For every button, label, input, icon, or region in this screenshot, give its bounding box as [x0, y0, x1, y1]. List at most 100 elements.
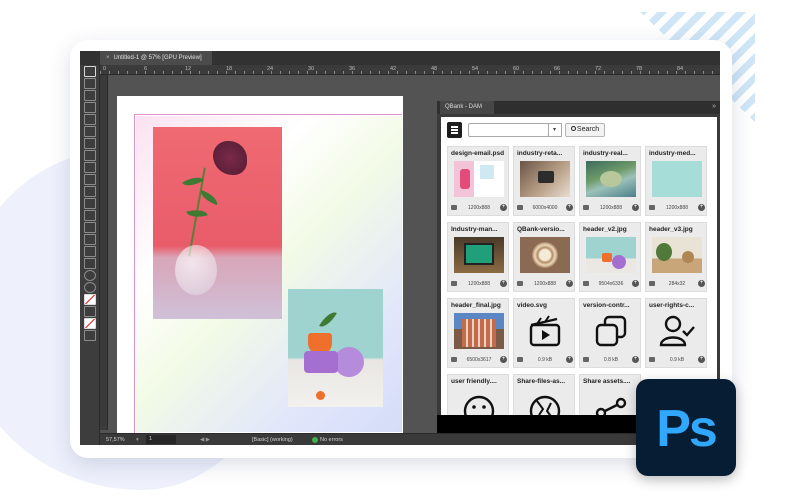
add-asset-icon[interactable]: +	[500, 204, 507, 211]
asset-meta: 6000x4000 +	[517, 204, 573, 212]
formatting-affects-icon[interactable]	[83, 306, 96, 317]
pencil-tool-icon[interactable]	[83, 162, 96, 173]
asset-card[interactable]: user-rights-c... 0.9 kB +	[645, 298, 707, 368]
ruler-mark: 72	[595, 66, 602, 72]
asset-name: QBank-versio...	[517, 226, 565, 233]
close-tab-icon[interactable]: ×	[106, 55, 110, 61]
ruler-mark: 54	[472, 66, 479, 72]
plant-pot-photo[interactable]	[288, 289, 383, 407]
page-tool-icon[interactable]	[83, 90, 96, 101]
add-asset-icon[interactable]: +	[698, 204, 705, 211]
asset-card[interactable]: user friendly....	[447, 374, 509, 415]
asset-card[interactable]: Industry-man... 1200x888 +	[447, 222, 509, 292]
asset-card[interactable]: header_final.jpg 6500x3617 +	[447, 298, 509, 368]
asset-meta: 1200x888 +	[451, 204, 507, 212]
asset-card[interactable]: header_v3.jpg 284x32 +	[645, 222, 707, 292]
asset-dimensions: 1200x888	[468, 205, 490, 211]
horizontal-ruler[interactable]: 0 6 12 18 24 30 36 42 48 54 60 66 72 78 …	[100, 65, 720, 75]
purple-ring	[334, 347, 364, 377]
selection-tool-icon[interactable]	[83, 66, 96, 77]
asset-card[interactable]: QBank-versio... 1200x888 +	[513, 222, 575, 292]
free-transform-tool-icon[interactable]	[83, 210, 96, 221]
asset-thumbnail	[586, 161, 636, 197]
asset-card[interactable]: industry-real... 1200x888 +	[579, 146, 641, 216]
asset-thumbnail	[586, 237, 636, 273]
asset-card[interactable]: video.svg 0.9 kB +	[513, 298, 575, 368]
asset-meta: 1200x888 +	[649, 204, 705, 212]
document-tab-bar: × Untitled-1 @ 57% [GPU Preview]	[80, 51, 720, 65]
screen-mode-icon[interactable]	[83, 330, 96, 341]
ruler-mark: 0	[103, 66, 107, 72]
gradient-swatch-tool-icon[interactable]	[83, 222, 96, 233]
collapse-panel-icon[interactable]: »	[712, 103, 716, 110]
search-filter-dropdown[interactable]: ▾	[548, 123, 562, 137]
asset-card[interactable]: Share assets....	[579, 374, 641, 415]
asset-card[interactable]: Share-files-as...	[513, 374, 575, 415]
zoom-dropdown-icon[interactable]: ▾	[136, 434, 139, 445]
document-tab[interactable]: × Untitled-1 @ 57% [GPU Preview]	[100, 51, 212, 65]
asset-name: design-email.psd	[451, 150, 505, 157]
preflight-profile[interactable]: [Basic] (working)	[252, 434, 293, 445]
asset-dimensions: 6500x3617	[466, 357, 492, 363]
asset-thumbnail	[520, 161, 570, 197]
add-asset-icon[interactable]: +	[500, 356, 507, 363]
scissors-tool-icon[interactable]	[83, 198, 96, 209]
flower-vase-photo[interactable]	[153, 127, 282, 319]
glass-vase	[175, 245, 217, 295]
add-asset-icon[interactable]: +	[566, 280, 573, 287]
asset-name: video.svg	[517, 302, 547, 309]
line-tool-icon[interactable]	[83, 138, 96, 149]
page-nav-icon[interactable]: ◀ ▶	[200, 434, 210, 445]
hand-tool-icon[interactable]	[83, 270, 96, 281]
artboard-page[interactable]	[117, 96, 403, 439]
asset-card[interactable]: version-contr... 0.8 kB +	[579, 298, 641, 368]
direct-selection-tool-icon[interactable]	[83, 78, 96, 89]
photoshop-logo: Ps	[636, 379, 736, 476]
type-tool-icon[interactable]	[83, 126, 96, 137]
add-asset-icon[interactable]: +	[698, 356, 705, 363]
search-button[interactable]: Search	[565, 123, 605, 137]
panel-tab[interactable]: QBank - DAM	[440, 101, 494, 114]
asset-dimensions: 0.9 kB	[537, 357, 553, 363]
zoom-level[interactable]: 57,57%	[106, 434, 125, 445]
rectangle-tool-icon[interactable]	[83, 186, 96, 197]
add-asset-icon[interactable]: +	[500, 280, 507, 287]
preflight-status[interactable]: No errors	[312, 434, 343, 445]
share-icon	[595, 397, 627, 415]
user-check-icon	[659, 315, 695, 347]
add-asset-icon[interactable]: +	[632, 356, 639, 363]
add-asset-icon[interactable]: +	[566, 204, 573, 211]
vertical-ruler[interactable]	[100, 75, 108, 430]
gradient-feather-tool-icon[interactable]	[83, 234, 96, 245]
asset-card[interactable]: header_v2.jpg 9504x6336 +	[579, 222, 641, 292]
asset-card[interactable]: industry-med... 1200x888 +	[645, 146, 707, 216]
asset-card[interactable]: design-email.psd 1200x888 +	[447, 146, 509, 216]
add-asset-icon[interactable]: +	[632, 204, 639, 211]
page-number-field[interactable]: 1	[146, 435, 176, 444]
asset-meta: 284x32 +	[649, 280, 705, 288]
content-collector-icon[interactable]	[83, 114, 96, 125]
add-asset-icon[interactable]: +	[632, 280, 639, 287]
search-input[interactable]	[468, 123, 549, 137]
eyedropper-tool-icon[interactable]	[83, 258, 96, 269]
apply-none-icon[interactable]	[83, 318, 96, 329]
ruler-ticks	[100, 71, 720, 74]
asset-card[interactable]: industry-reta... 6000x4000 +	[513, 146, 575, 216]
rectangle-frame-tool-icon[interactable]	[83, 174, 96, 185]
asset-name: user friendly....	[451, 378, 497, 385]
flower-leaf	[198, 189, 220, 206]
add-asset-icon[interactable]: +	[698, 280, 705, 287]
error-count: No errors	[320, 437, 343, 443]
panel-content: ▾ Search design-email.psd 1200x888 + ind…	[441, 117, 717, 415]
asset-dimensions: 1200x888	[666, 205, 688, 211]
add-asset-icon[interactable]: +	[566, 356, 573, 363]
ruler-mark: 36	[349, 66, 356, 72]
gap-tool-icon[interactable]	[83, 102, 96, 113]
note-tool-icon[interactable]	[83, 246, 96, 257]
fill-stroke-swatch-icon[interactable]	[83, 294, 96, 305]
indesign-window: × Untitled-1 @ 57% [GPU Preview] 0 6 12 1…	[80, 51, 720, 445]
ruler-mark: 48	[431, 66, 438, 72]
hamburger-menu-icon[interactable]	[447, 122, 462, 138]
pen-tool-icon[interactable]	[83, 150, 96, 161]
zoom-tool-icon[interactable]	[83, 282, 96, 293]
